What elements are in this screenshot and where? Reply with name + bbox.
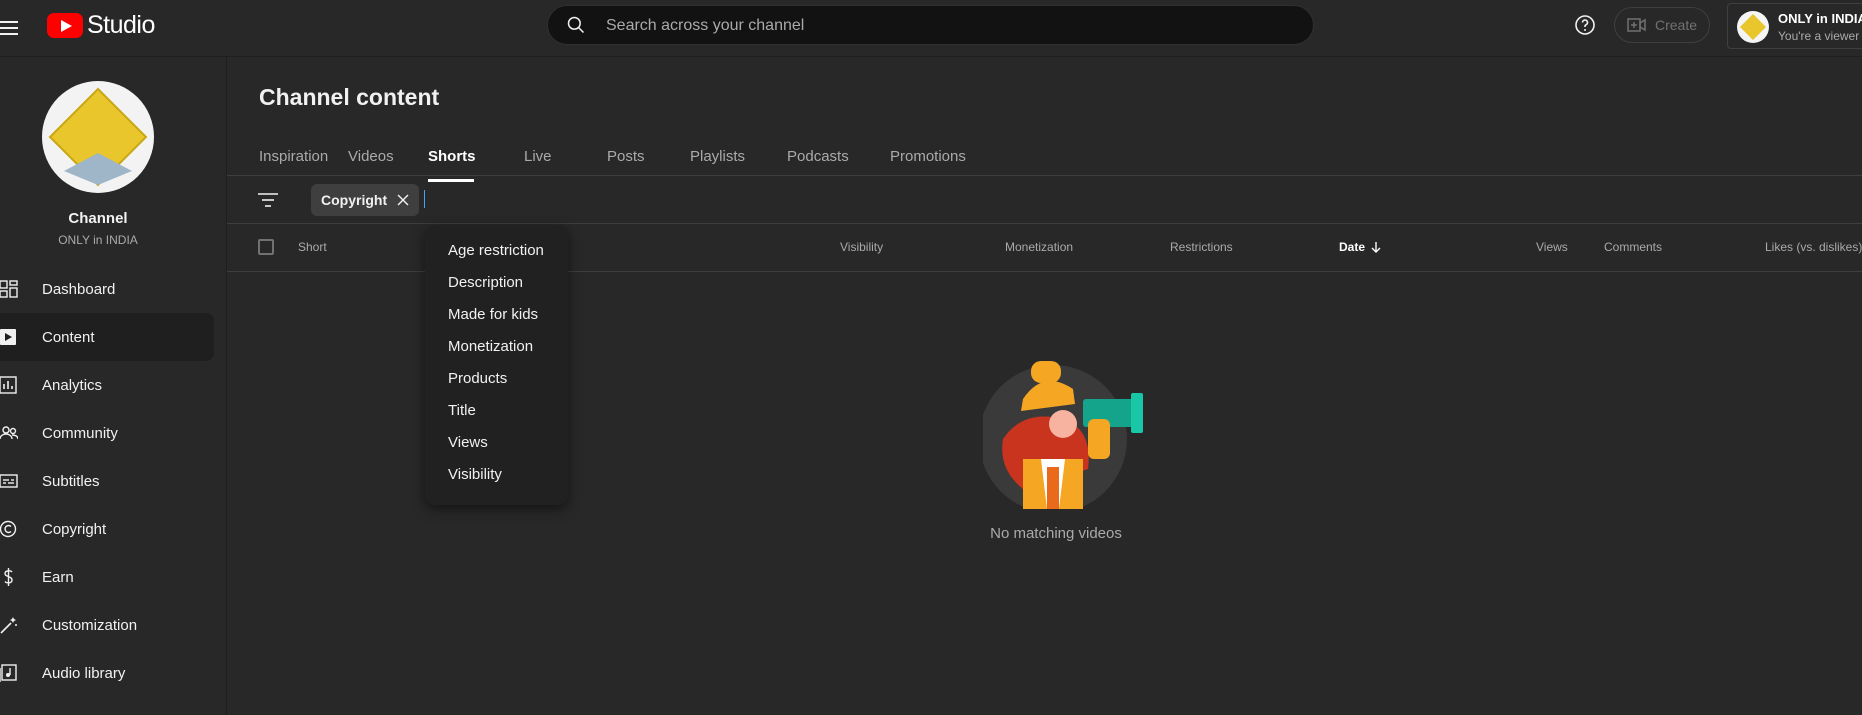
- column-visibility[interactable]: Visibility: [840, 240, 883, 254]
- content-icon: [0, 329, 16, 345]
- channel-name: ONLY in INDIA: [58, 233, 138, 247]
- sidebar-item-community[interactable]: Community: [0, 409, 226, 457]
- sidebar-item-label: Subtitles: [42, 472, 100, 490]
- main-content: Channel content Inspiration Videos Short…: [227, 57, 1862, 715]
- tab-promotions[interactable]: Promotions: [890, 139, 980, 175]
- community-icon: [0, 426, 18, 440]
- tabs-divider: [227, 175, 1862, 176]
- sidebar-item-label: Copyright: [42, 520, 107, 538]
- sidebar-item-earn[interactable]: Earn: [0, 553, 226, 601]
- studio-logo[interactable]: Studio: [47, 11, 155, 40]
- sidebar-item-subtitles[interactable]: Subtitles: [0, 457, 226, 505]
- filter-option-description[interactable]: Description: [425, 267, 568, 299]
- sidebar-item-label: Analytics: [42, 376, 103, 394]
- filter-chip-label: Copyright: [321, 192, 388, 208]
- search-bar[interactable]: [547, 5, 1314, 46]
- sidebar-item-label: Community: [42, 424, 118, 442]
- column-views[interactable]: Views: [1536, 240, 1568, 254]
- filter-chip-copyright[interactable]: Copyright: [311, 184, 420, 216]
- analytics-icon: [0, 376, 17, 394]
- tab-live[interactable]: Live: [524, 139, 607, 175]
- account-name: ONLY in INDIA: [1778, 11, 1862, 26]
- youtube-logo-icon: [47, 13, 83, 38]
- arrow-down-icon: [1371, 242, 1381, 253]
- dashboard-icon: [0, 280, 18, 298]
- close-icon[interactable]: [397, 194, 409, 206]
- channel-avatar[interactable]: [42, 81, 154, 193]
- column-comments[interactable]: Comments: [1604, 240, 1662, 254]
- filter-input-caret[interactable]: [424, 190, 425, 208]
- filter-option-products[interactable]: Products: [425, 363, 568, 395]
- sidebar-nav: Dashboard Content Analytics Community Su…: [0, 265, 226, 697]
- sidebar-item-content[interactable]: Content: [0, 313, 214, 361]
- search-icon: [567, 16, 585, 34]
- filter-option-monetization[interactable]: Monetization: [425, 331, 568, 363]
- page-title: Channel content: [259, 84, 440, 110]
- sidebar-item-label: Audio library: [42, 664, 126, 682]
- sidebar-item-copyright[interactable]: Copyright: [0, 505, 226, 553]
- column-date[interactable]: Date: [1339, 240, 1382, 254]
- tab-videos[interactable]: Videos: [348, 139, 428, 175]
- sidebar-item-label: Earn: [42, 568, 74, 586]
- column-monetization[interactable]: Monetization: [1005, 240, 1073, 254]
- help-icon[interactable]: [1573, 13, 1597, 37]
- customization-icon: [0, 617, 17, 634]
- column-restrictions[interactable]: Restrictions: [1170, 240, 1233, 254]
- filter-option-age-restriction[interactable]: Age restriction: [425, 235, 568, 267]
- sidebar-item-label: Content: [42, 328, 95, 346]
- empty-state-text: No matching videos: [990, 525, 1122, 542]
- filter-option-title[interactable]: Title: [425, 395, 568, 427]
- tab-shorts[interactable]: Shorts: [428, 139, 476, 182]
- filter-option-made-for-kids[interactable]: Made for kids: [425, 299, 568, 331]
- sidebar-item-analytics[interactable]: Analytics: [0, 361, 226, 409]
- account-role: You're a viewer: [1778, 29, 1860, 43]
- column-likes[interactable]: Likes (vs. dislikes): [1765, 240, 1862, 254]
- create-button[interactable]: Create: [1614, 7, 1710, 43]
- sidebar-item-label: Dashboard: [42, 280, 116, 298]
- subtitles-icon: [0, 474, 18, 488]
- sidebar-item-audio-library[interactable]: Audio library: [0, 649, 226, 697]
- create-video-icon: [1627, 18, 1646, 32]
- empty-state-illustration: [983, 361, 1143, 509]
- audio-library-icon: [0, 664, 17, 682]
- copyright-icon: [0, 520, 17, 538]
- filter-icon[interactable]: [257, 191, 279, 209]
- earn-icon: [4, 568, 13, 586]
- filter-dropdown-menu: Age restriction Description Made for kid…: [425, 225, 568, 505]
- sidebar-item-dashboard[interactable]: Dashboard: [0, 265, 226, 313]
- column-short[interactable]: Short: [298, 240, 327, 254]
- tab-posts[interactable]: Posts: [607, 139, 690, 175]
- hamburger-menu-icon[interactable]: [0, 17, 18, 37]
- create-button-label: Create: [1655, 17, 1698, 33]
- filter-option-visibility[interactable]: Visibility: [425, 459, 568, 491]
- account-switcher[interactable]: ONLY in INDIA You're a viewer: [1727, 3, 1862, 49]
- sidebar-item-customization[interactable]: Customization: [0, 601, 226, 649]
- channel-title: Channel: [68, 210, 128, 227]
- sidebar: Channel ONLY in INDIA Dashboard Content …: [0, 57, 227, 715]
- tab-podcasts[interactable]: Podcasts: [787, 139, 890, 175]
- top-bar: Studio Create ONLY in INDIA You're a vie…: [0, 0, 1862, 57]
- content-tabs: Inspiration Videos Shorts Live Posts Pla…: [259, 139, 980, 182]
- logo-text: Studio: [87, 11, 155, 39]
- tab-playlists[interactable]: Playlists: [690, 139, 787, 175]
- account-avatar: [1737, 11, 1769, 43]
- sidebar-item-label: Customization: [42, 616, 138, 634]
- filter-option-views[interactable]: Views: [425, 427, 568, 459]
- select-all-checkbox[interactable]: [258, 239, 274, 255]
- tab-inspiration[interactable]: Inspiration: [259, 139, 348, 175]
- column-date-label: Date: [1339, 240, 1366, 254]
- search-input[interactable]: [604, 6, 1298, 46]
